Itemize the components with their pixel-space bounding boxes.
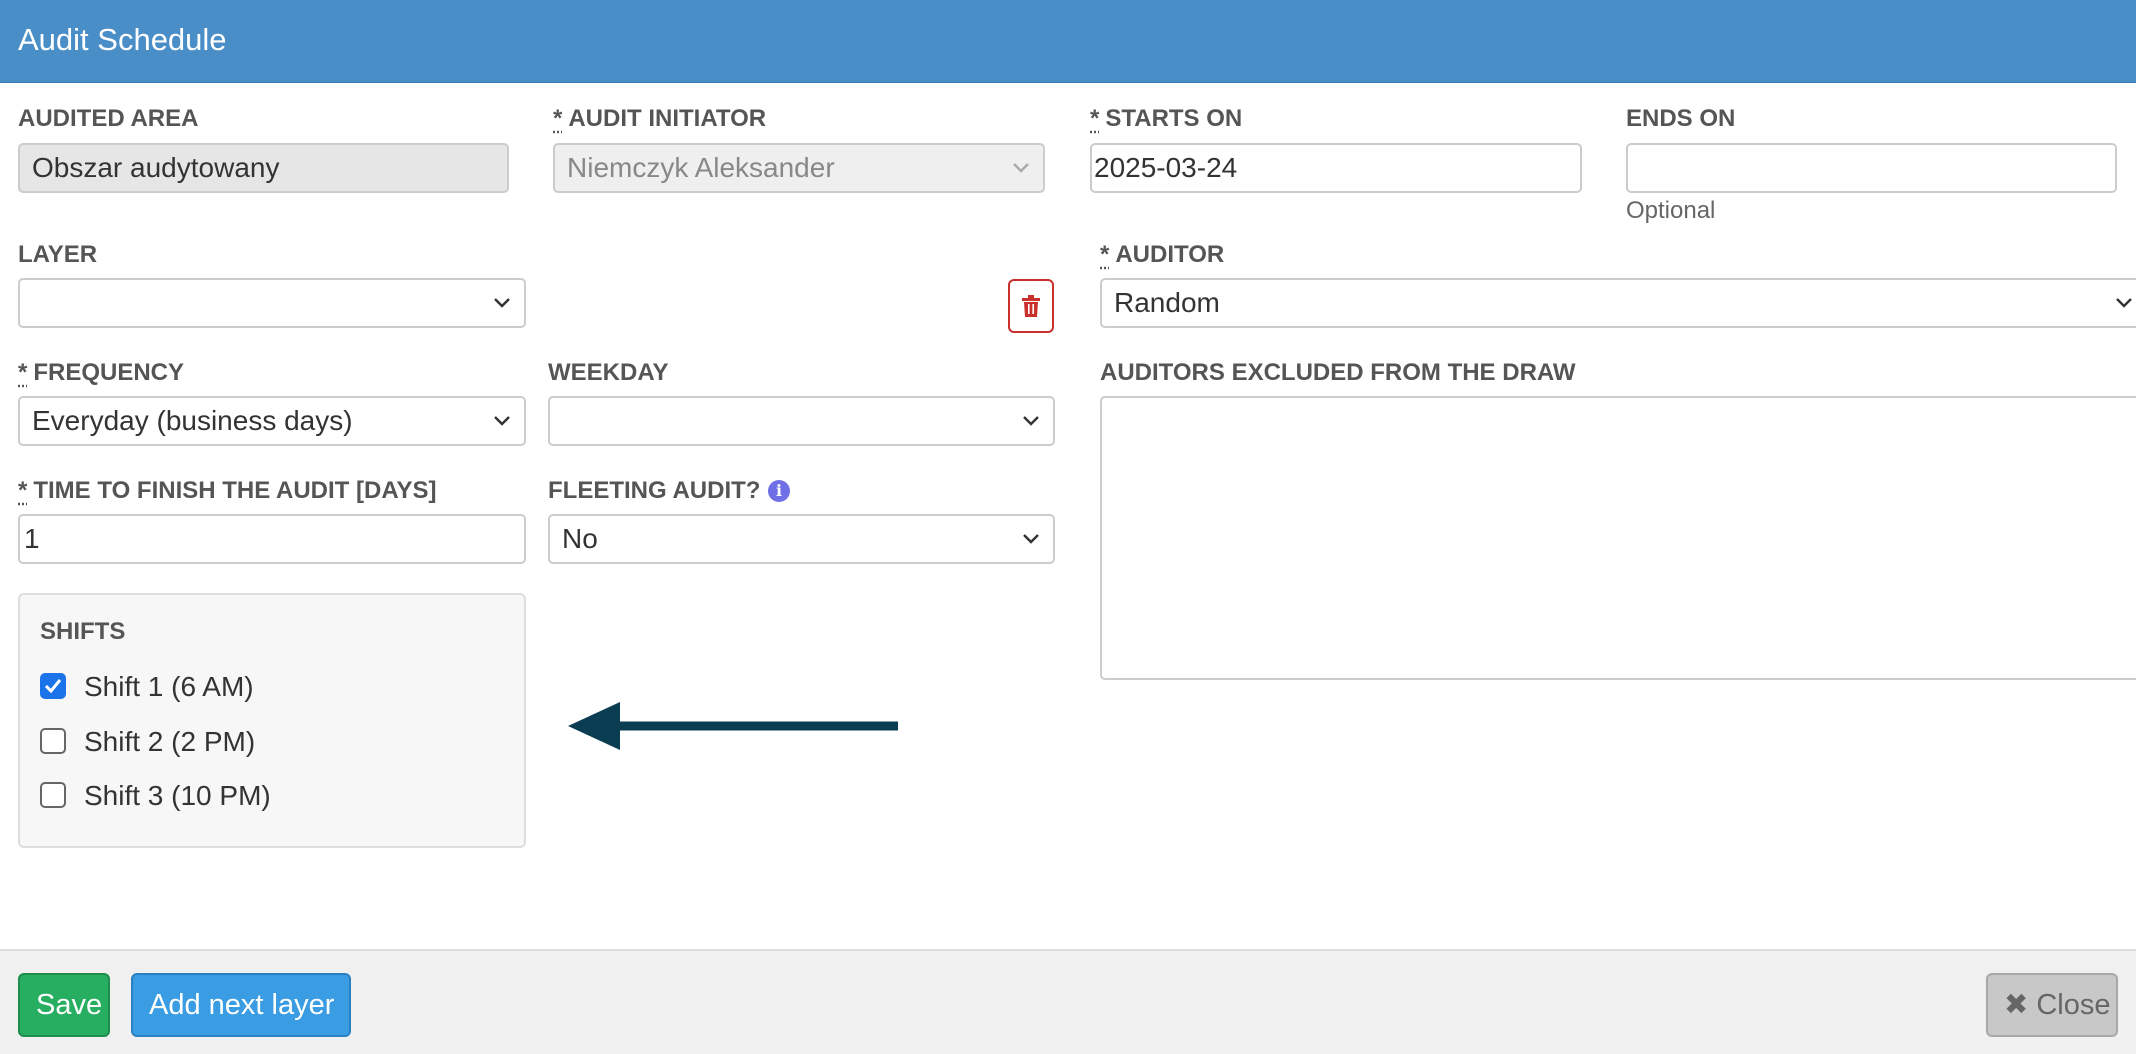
shift-2-label: Shift 2 (2 PM) [84, 726, 256, 757]
audited-area-field: Obszar audytowany [18, 143, 509, 193]
fleeting-audit-label: FLEETING AUDIT? [548, 477, 761, 504]
weekday-label: WEEKDAY [548, 359, 669, 386]
fleeting-audit-value: No [562, 523, 598, 554]
close-button[interactable]: ✖ Close [1986, 973, 2118, 1037]
required-mark: * [1100, 241, 1110, 268]
auditor-label: * AUDITOR [1100, 241, 1225, 268]
starts-on-input[interactable]: 2025-03-24 [1090, 143, 1582, 193]
required-mark: * [553, 105, 563, 132]
close-label: Close [2036, 989, 2111, 1021]
shift-2-checkbox[interactable] [40, 728, 66, 754]
shift-3-checkbox[interactable] [40, 782, 66, 808]
audited-area-value: Obszar audytowany [32, 152, 280, 183]
chevron-down-icon [1023, 534, 1039, 544]
shifts-panel: SHIFTS Shift 1 (6 AM) Shift 2 (2 PM) Shi… [18, 593, 526, 848]
ends-on-help: Optional [1626, 197, 1716, 224]
layer-select[interactable] [18, 278, 526, 328]
required-mark: * [18, 477, 28, 504]
audit-initiator-value: Niemczyk Aleksander [567, 152, 835, 183]
save-button[interactable]: Save [18, 973, 110, 1037]
chevron-down-icon [1013, 163, 1029, 173]
chevron-down-icon [494, 416, 510, 426]
audit-schedule-modal: Audit Schedule AUDITED AREA Obszar audyt… [0, 0, 2136, 1054]
layer-label: LAYER [18, 241, 98, 268]
time-to-finish-value: 1 [24, 523, 40, 554]
auditor-select[interactable]: Random [1100, 278, 2136, 328]
required-mark: * [1090, 105, 1100, 132]
starts-on-label: * STARTS ON [1090, 105, 1243, 132]
required-mark: * [18, 359, 28, 386]
frequency-label: * FREQUENCY [18, 359, 185, 386]
auditor-value: Random [1114, 287, 1220, 318]
frequency-select[interactable]: Everyday (business days) [18, 396, 526, 446]
audit-initiator-select[interactable]: Niemczyk Aleksander [553, 143, 1045, 193]
modal-footer: Save Add next layer ✖ Close [0, 949, 2136, 1054]
starts-on-value: 2025-03-24 [1094, 152, 1238, 183]
delete-layer-button[interactable] [1008, 279, 1054, 333]
frequency-value: Everyday (business days) [32, 405, 353, 436]
ends-on-label: ENDS ON [1626, 105, 1736, 132]
fleeting-audit-select[interactable]: No [548, 514, 1055, 564]
close-icon: ✖ [2004, 989, 2029, 1021]
pointer-arrow-icon [568, 702, 898, 750]
chevron-down-icon [2116, 298, 2132, 308]
shifts-label: SHIFTS [40, 618, 126, 645]
ends-on-input[interactable] [1626, 143, 2117, 193]
chevron-down-icon [494, 298, 510, 308]
shift-1-label: Shift 1 (6 AM) [84, 671, 254, 702]
trash-icon [1022, 295, 1040, 317]
chevron-down-icon [1023, 416, 1039, 426]
shift-3-label: Shift 3 (10 PM) [84, 780, 271, 811]
checkmark-icon [44, 679, 62, 694]
audit-initiator-label: * AUDIT INITIATOR [553, 105, 767, 132]
excluded-auditors-input[interactable] [1100, 396, 2136, 680]
time-to-finish-input[interactable]: 1 [18, 514, 526, 564]
info-icon[interactable]: i [768, 480, 790, 502]
add-next-layer-button[interactable]: Add next layer [131, 973, 351, 1037]
weekday-select[interactable] [548, 396, 1055, 446]
shift-1-checkbox[interactable] [40, 673, 66, 699]
audited-area-label: AUDITED AREA [18, 105, 199, 132]
time-to-finish-label: * TIME TO FINISH THE AUDIT [DAYS] [18, 477, 437, 504]
excluded-auditors-label: AUDITORS EXCLUDED FROM THE DRAW [1100, 359, 1576, 386]
modal-header: Audit Schedule [0, 0, 2136, 83]
modal-title: Audit Schedule [18, 22, 227, 57]
